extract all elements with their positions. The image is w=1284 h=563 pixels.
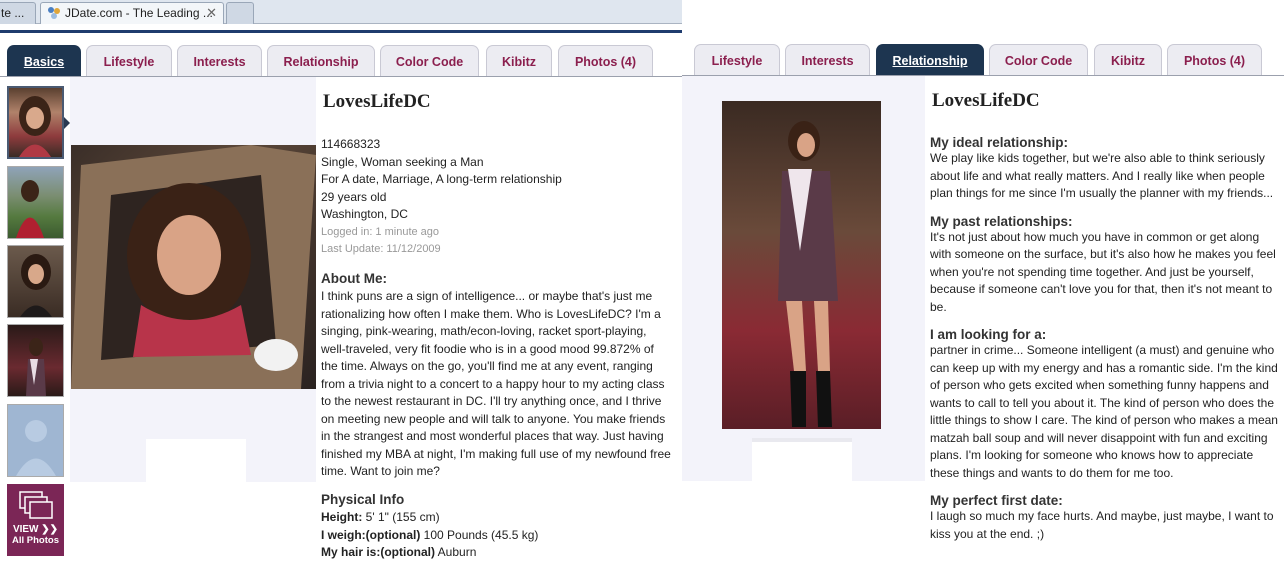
silhouette-icon <box>16 420 56 476</box>
tab-relationship[interactable]: Relationship <box>267 45 375 77</box>
profile-info: 114668323 Single, Woman seeking a Man Fo… <box>321 136 677 259</box>
profile-tabs: Basics Lifestyle Interests Relationship … <box>0 45 682 77</box>
tab-label: Interests <box>801 54 854 68</box>
woman-photo-icon <box>16 180 44 238</box>
profile-logged-in: Logged in: 1 minute ago <box>321 225 440 238</box>
profile-username: LovesLifeDC <box>932 90 1040 111</box>
physical-info-heading: Physical Info <box>321 492 405 507</box>
height-value: 5' 1" (155 cm) <box>365 510 440 524</box>
woman-photo-icon <box>19 96 51 157</box>
woman-photo-icon <box>20 254 52 317</box>
tab-relationship[interactable]: Relationship <box>876 44 984 76</box>
photo-caption-box <box>146 439 246 482</box>
tab-label: Color Code <box>1004 54 1073 68</box>
profile-age: 29 years old <box>321 189 387 204</box>
weight-value: 100 Pounds (45.5 kg) <box>423 527 539 542</box>
past-relationships-heading: My past relationships: <box>930 213 1073 229</box>
photo-thumbnail-1[interactable] <box>7 86 64 159</box>
profile-seeking: Single, Woman seeking a Man <box>321 154 484 169</box>
about-me-heading: About Me: <box>321 271 387 286</box>
browser-tab-active[interactable]: JDate.com - The Leading ... ✕ <box>40 2 224 24</box>
first-date-heading: My perfect first date: <box>930 493 1063 508</box>
profile-looking-for: For A date, Marriage, A long-term relati… <box>321 172 562 186</box>
tab-basics[interactable]: Basics <box>7 45 81 77</box>
favicon-icon <box>48 7 60 19</box>
photo-thumbnail-placeholder[interactable] <box>7 404 64 477</box>
hair-label: My hair is:(optional) <box>321 545 435 559</box>
view-label: VIEW <box>12 524 39 535</box>
main-profile-photo[interactable] <box>71 145 316 389</box>
close-icon[interactable]: ✕ <box>206 3 217 23</box>
photo-caption-box <box>752 438 852 481</box>
first-date-text: I laugh so much my face hurts. And maybe… <box>930 509 1274 541</box>
new-tab-button[interactable] <box>226 2 254 24</box>
weight-label: I weigh:(optional) <box>321 527 421 542</box>
browser-tab-strip: te ... JDate.com - The Leading ... ✕ <box>0 0 682 24</box>
tab-kibitz[interactable]: Kibitz <box>486 45 552 77</box>
ideal-relationship-heading: My ideal relationship: <box>930 135 1069 150</box>
tab-photos[interactable]: Photos (4) <box>1167 44 1262 76</box>
tab-label: Lifestyle <box>711 54 763 68</box>
tab-label: Photos (4) <box>574 55 637 69</box>
hair-value: Auburn <box>437 545 477 559</box>
tab-lifestyle[interactable]: Lifestyle <box>694 44 780 76</box>
double-chevron-icon: ❯❯ <box>41 524 59 535</box>
woman-photo-icon <box>26 338 46 396</box>
browser-tab[interactable]: te ... <box>0 2 36 24</box>
tab-label: Color Code <box>395 55 464 69</box>
tab-label: Lifestyle <box>103 55 155 69</box>
tab-label: Photos (4) <box>1183 54 1246 68</box>
tab-kibitz[interactable]: Kibitz <box>1094 44 1162 76</box>
physical-info-list: Height: 5' 1" (155 cm) I weigh:(optional… <box>321 509 673 562</box>
height-label: Height: <box>321 510 363 524</box>
looking-for-heading: I am looking for a: <box>930 327 1047 342</box>
looking-for-text: partner in crime... Someone intelligent … <box>930 343 1278 480</box>
tab-label: Relationship <box>892 54 968 68</box>
tab-label: Interests <box>193 55 246 69</box>
tab-interests[interactable]: Interests <box>785 44 870 76</box>
past-relationships-text: It's not just about how much you have in… <box>930 229 1276 314</box>
photos-stack-icon <box>18 491 53 519</box>
tab-color-code[interactable]: Color Code <box>380 45 479 77</box>
relationship-photo[interactable] <box>722 101 881 429</box>
about-me-text: I think puns are a sign of intelligence.… <box>321 289 671 478</box>
woman-standing-photo-icon <box>778 121 838 427</box>
view-all-label: All Photos <box>12 535 59 546</box>
toolbar-edge <box>0 30 682 33</box>
tab-lifestyle[interactable]: Lifestyle <box>86 45 172 77</box>
profile-tabs-right: Lifestyle Interests Relationship Color C… <box>682 44 1284 76</box>
tab-photos[interactable]: Photos (4) <box>558 45 653 77</box>
tab-color-code[interactable]: Color Code <box>989 44 1088 76</box>
photo-thumbnail-4[interactable] <box>7 324 64 397</box>
tab-label: Kibitz <box>1110 54 1146 68</box>
view-all-photos-button[interactable]: VIEW ❯❯ All Photos <box>7 484 64 556</box>
ideal-relationship-text: We play like kids together, but we're al… <box>930 151 1274 200</box>
relationship-sections: My ideal relationship: We play like kids… <box>930 135 1280 543</box>
tab-label: Kibitz <box>501 55 537 69</box>
tab-label: Relationship <box>283 55 359 69</box>
tab-label: Basics <box>23 55 65 69</box>
tab-interests[interactable]: Interests <box>177 45 262 77</box>
profile-location: Washington, DC <box>321 207 408 221</box>
photo-thumbnail-2[interactable] <box>7 166 64 239</box>
profile-id: 114668323 <box>321 137 381 151</box>
profile-username: LovesLifeDC <box>323 91 431 112</box>
photo-thumbnail-3[interactable] <box>7 245 64 318</box>
browser-tab-label: te ... <box>1 6 25 20</box>
browser-tab-label: JDate.com - The Leading ... <box>65 6 213 20</box>
profile-last-update: Last Update: 11/12/2009 <box>321 243 441 255</box>
woman-in-frame-photo-icon <box>71 145 316 389</box>
